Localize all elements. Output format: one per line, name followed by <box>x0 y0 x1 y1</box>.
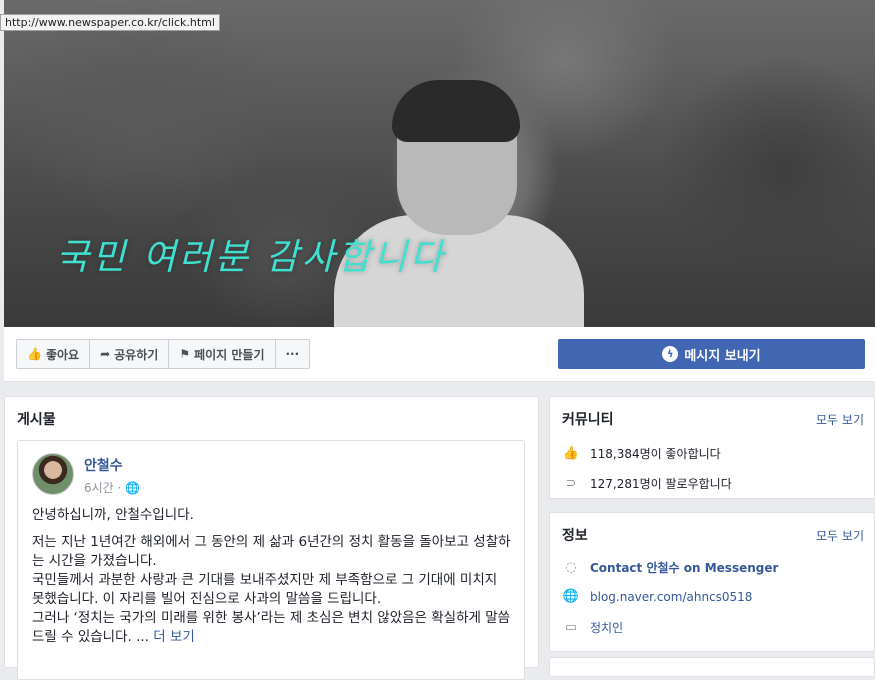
share-label: 공유하기 <box>114 347 159 362</box>
cover-slogan: 국민 여러분 감사합니다 <box>56 237 447 278</box>
url-tooltip: http://www.newspaper.co.kr/click.html <box>0 14 220 31</box>
create-page-button[interactable]: ⚑ 페이지 만들기 <box>169 340 276 368</box>
globe-icon: 🌐 <box>125 481 141 495</box>
info-title: 정보 <box>562 528 588 544</box>
messenger-icon: ◌ <box>565 560 577 575</box>
community-see-all-link[interactable]: 모두 보기 <box>816 411 864 428</box>
more-label: ··· <box>285 347 300 361</box>
flag-icon: ⚑ <box>179 347 191 361</box>
thumbs-up-icon: 👍 <box>562 446 580 461</box>
share-arrow-icon: ➦ <box>100 347 111 361</box>
community-card: 커뮤니티 모두 보기 👍 118,384명이 좋아합니다 ⊃ 127,281명이 팔… <box>549 396 875 499</box>
website-link[interactable]: blog.naver.com/ahncs0518 <box>590 590 752 604</box>
more-options-button[interactable]: ··· <box>276 340 310 368</box>
community-follows-row: ⊃ 127,281명이 팔로우합니다 <box>562 475 732 492</box>
post-meta: 6시간 · 🌐 <box>84 479 140 496</box>
post-time[interactable]: 6시간 · <box>84 481 125 495</box>
info-messenger-row: ◌ Contact 안철수 on Messenger <box>562 559 778 576</box>
cover-photo: 국민 여러분 감사합니다 <box>4 0 875 327</box>
post-line-apology: 국민들께서 과분한 사랑과 큰 기대를 보내주셨지만 제 부족함으로 그 기대에… <box>32 572 498 607</box>
create-page-label: 페이지 만들기 <box>194 347 265 362</box>
community-likes-row: 👍 118,384명이 좋아합니다 <box>562 445 721 462</box>
info-see-all-link[interactable]: 모두 보기 <box>816 527 864 544</box>
see-more-link[interactable]: 더 보기 <box>153 629 195 645</box>
like-label: 좋아요 <box>45 347 80 362</box>
post-line-commitment-text: 그러나 ‘정치는 국가의 미래를 위한 봉사’라는 제 초심은 변치 않았음은 … <box>32 610 511 645</box>
send-message-label: 메시지 보내기 <box>684 348 761 364</box>
follows-count: 127,281명이 팔로우합니다 <box>590 477 732 491</box>
messenger-contact-link[interactable]: Contact 안철수 on Messenger <box>590 559 778 576</box>
globe-icon: 🌐 <box>562 589 580 604</box>
info-card: 정보 모두 보기 ◌ Contact 안철수 on Messenger 🌐 blog… <box>549 512 875 652</box>
post-card: 안철수 6시간 · 🌐 안녕하십니까, 안철수입니다. 저는 지난 1년여간 해… <box>17 440 525 680</box>
info-category-row: ▭ 정치인 <box>562 619 623 636</box>
posts-section: 게시물 안철수 6시간 · 🌐 안녕하십니까, 안철수입니다. 저는 지난 1년… <box>4 396 539 680</box>
send-message-button[interactable]: ϟ 메시지 보내기 <box>558 339 865 369</box>
category-link[interactable]: 정치인 <box>590 619 623 636</box>
category-tag-icon: ▭ <box>564 620 578 635</box>
info-website-row: 🌐 blog.naver.com/ahncs0518 <box>562 589 753 604</box>
share-button[interactable]: ➦ 공유하기 <box>90 340 170 368</box>
rss-follow-icon: ⊃ <box>565 476 577 491</box>
likes-count: 118,384명이 좋아합니다 <box>590 447 721 461</box>
like-button[interactable]: 👍 좋아요 <box>17 340 91 368</box>
post-author[interactable]: 안철수 <box>84 455 123 475</box>
community-title: 커뮤니티 <box>562 412 614 428</box>
cover-person-hair <box>392 80 520 142</box>
action-button-group: 👍 좋아요 ➦ 공유하기 ⚑ 페이지 만들기 ··· <box>16 339 311 369</box>
posts-title: 게시물 <box>17 412 56 428</box>
next-card-peek <box>549 657 875 677</box>
post-body: 안녕하십니까, 안철수입니다. 저는 지난 1년여간 해외에서 그 동안의 제 … <box>32 506 512 647</box>
messenger-icon: ϟ <box>662 346 679 362</box>
thumbs-up-icon: 👍 <box>27 347 42 361</box>
page-action-bar: 👍 좋아요 ➦ 공유하기 ⚑ 페이지 만들기 ··· ϟ 메시지 보내기 <box>4 327 875 382</box>
avatar[interactable] <box>32 453 74 495</box>
post-line-greeting: 안녕하십니까, 안철수입니다. <box>32 507 194 523</box>
post-line-reflection: 저는 지난 1년여간 해외에서 그 동안의 제 삶과 6년간의 정치 활동을 돌… <box>32 534 511 569</box>
post-line-commitment: 그러나 ‘정치는 국가의 미래를 위한 봉사’라는 제 초심은 변치 않았음은 … <box>32 609 512 647</box>
